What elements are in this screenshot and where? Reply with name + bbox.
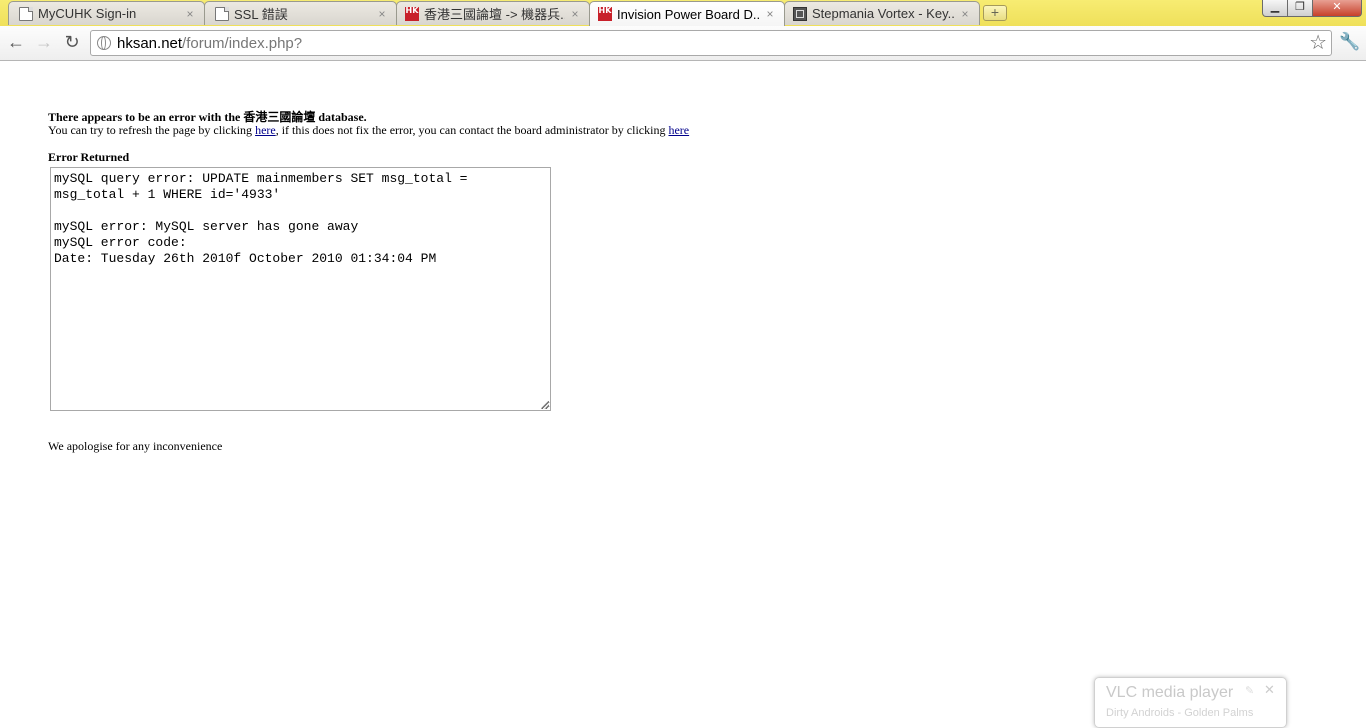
- instructions-text: You can try to refresh the page by click…: [48, 123, 256, 137]
- tab-title: SSL 錯誤: [234, 7, 288, 22]
- error-textarea[interactable]: mySQL query error: UPDATE mainmembers SE…: [50, 167, 551, 411]
- apology-text: We apologise for any inconvenience: [48, 439, 223, 453]
- pin-icon[interactable]: ✎: [1245, 684, 1254, 697]
- close-icon[interactable]: ×: [184, 8, 196, 20]
- close-icon[interactable]: ×: [764, 8, 776, 20]
- notification-track: Dirty Androids - Golden Palms: [1106, 707, 1254, 719]
- globe-icon: [97, 36, 111, 50]
- new-tab-button[interactable]: +: [983, 5, 1007, 21]
- tab-hksan-forum[interactable]: HK 香港三國論壇 -> 機器兵... ×: [396, 1, 590, 25]
- url-domain: hksan.net: [117, 34, 183, 52]
- url-path: /forum/index.php?: [182, 34, 303, 52]
- back-button[interactable]: ←: [5, 32, 27, 54]
- notification-title: VLC media player: [1106, 684, 1234, 701]
- tab-title: Invision Power Board D...: [617, 6, 760, 22]
- page-icon: [19, 6, 33, 21]
- url-text[interactable]: hksan.net/forum/index.php?: [117, 35, 302, 52]
- hksan-icon: HK: [598, 7, 612, 21]
- vlc-notification[interactable]: VLC media player ✎ ✕ Dirty Androids - Go…: [1094, 677, 1287, 728]
- error-text: mySQL query error: UPDATE mainmembers SE…: [54, 171, 468, 266]
- close-icon[interactable]: ×: [959, 8, 971, 20]
- resize-grip-icon[interactable]: [541, 401, 549, 409]
- forward-button[interactable]: →: [33, 32, 55, 54]
- error-returned-label: Error Returned: [48, 150, 130, 164]
- page-content: There appears to be an error with the 香港…: [0, 61, 1366, 728]
- tab-ssl-error[interactable]: SSL 錯誤 ×: [204, 1, 397, 25]
- hksan-icon: HK: [405, 6, 419, 21]
- close-icon[interactable]: ×: [569, 8, 581, 20]
- toolbar: ← → ↻ hksan.net/forum/index.php? ☆ 🔧: [0, 26, 1366, 61]
- stepmania-icon: [793, 6, 807, 21]
- page-icon: [215, 6, 229, 21]
- tab-title: Stepmania Vortex - Key...: [812, 6, 955, 21]
- tab-title: MyCUHK Sign-in: [38, 6, 137, 21]
- bookmark-star-icon[interactable]: ☆: [1309, 32, 1327, 54]
- instructions-text: , if this does not fix the error, you ca…: [275, 123, 669, 137]
- wrench-menu-icon[interactable]: 🔧: [1339, 32, 1360, 52]
- close-icon[interactable]: ✕: [1264, 682, 1275, 698]
- close-icon[interactable]: ×: [376, 8, 388, 20]
- tab-invision-error[interactable]: HK Invision Power Board D... ×: [589, 1, 785, 26]
- tab-mycuhk[interactable]: MyCUHK Sign-in ×: [8, 1, 205, 25]
- restore-button[interactable]: ❐: [1287, 0, 1313, 17]
- address-bar[interactable]: hksan.net/forum/index.php? ☆: [90, 30, 1332, 56]
- reload-button[interactable]: ↻: [61, 32, 83, 54]
- close-window-button[interactable]: ✕: [1312, 0, 1362, 17]
- tab-stepmania[interactable]: Stepmania Vortex - Key... ×: [784, 1, 980, 25]
- error-instructions: You can try to refresh the page by click…: [48, 123, 689, 138]
- tab-title: 香港三國論壇 -> 機器兵...: [424, 7, 565, 22]
- minimize-button[interactable]: ▁: [1262, 0, 1288, 17]
- tab-strip: MyCUHK Sign-in × SSL 錯誤 × HK 香港三國論壇 -> 機…: [0, 0, 1366, 27]
- contact-admin-link[interactable]: here: [668, 123, 689, 137]
- refresh-link[interactable]: here: [255, 123, 276, 137]
